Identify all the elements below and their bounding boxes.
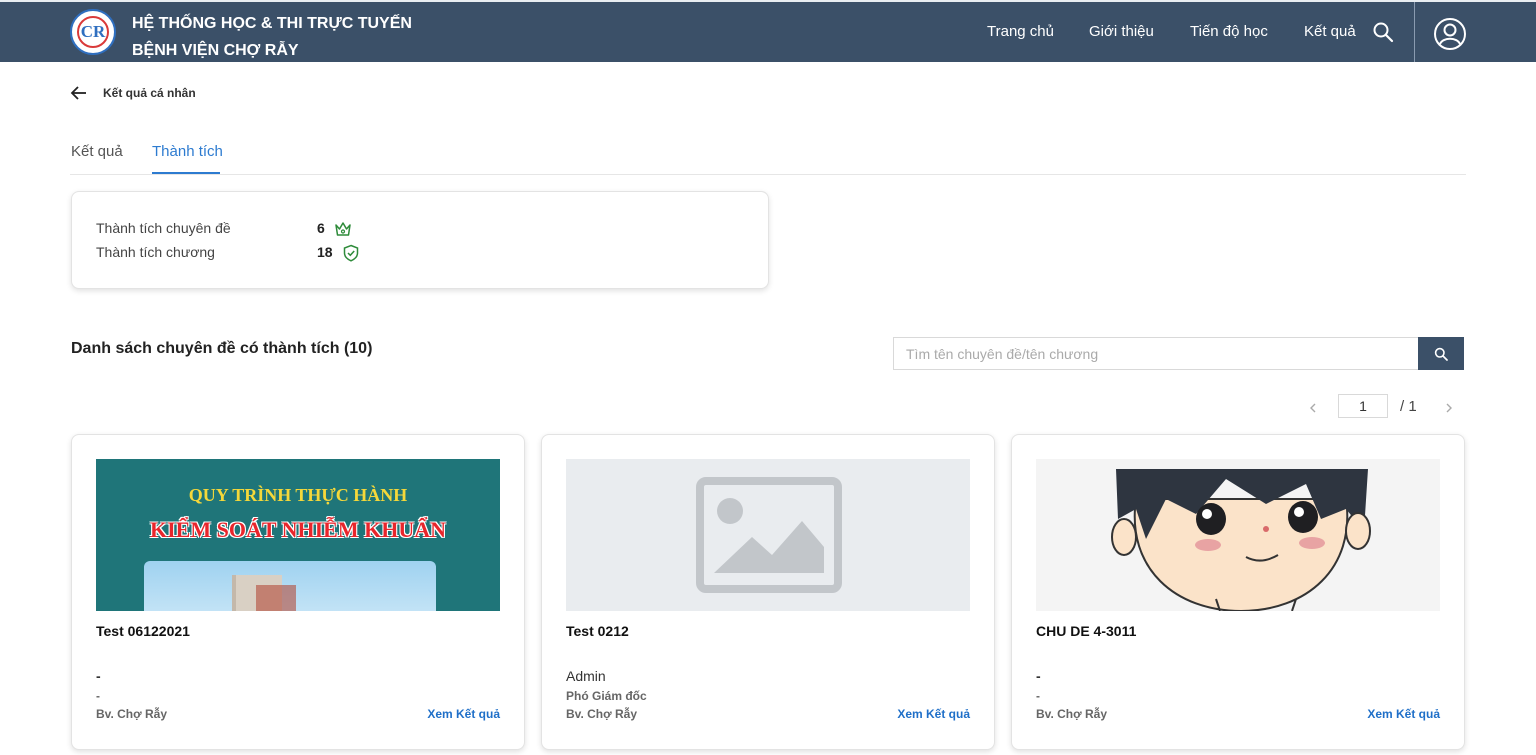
- brand-title[interactable]: HỆ THỐNG HỌC & THI TRỰC TUYẾN BỆNH VIỆN …: [132, 10, 412, 64]
- nav-divider: [1414, 2, 1415, 62]
- chapter-achievement-value: 18: [317, 244, 333, 260]
- hospital-building-facade: [256, 585, 296, 611]
- card-title: CHU DE 4-3011: [1036, 623, 1137, 639]
- nav-results[interactable]: Kết quả: [1304, 2, 1356, 62]
- chapter-achievement-label: Thành tích chương: [96, 244, 215, 260]
- page-total: / 1: [1400, 398, 1417, 415]
- thumbnail-heading: QUY TRÌNH THỰC HÀNH: [188, 485, 408, 505]
- user-circle-icon[interactable]: [1433, 17, 1467, 51]
- card-title: Test 0212: [566, 623, 629, 639]
- card-author: -: [1036, 668, 1041, 684]
- card-title: Test 06122021: [96, 623, 190, 639]
- chevron-left-icon[interactable]: [1305, 399, 1321, 417]
- search-button[interactable]: [1418, 337, 1464, 370]
- card-role: Phó Giám đốc: [566, 689, 647, 703]
- card-organization: Bv. Chợ Rẫy: [566, 707, 637, 721]
- card-role: -: [96, 689, 100, 703]
- card-organization: Bv. Chợ Rẫy: [1036, 707, 1107, 721]
- achievement-list-title: Danh sách chuyên đề có thành tích (10): [71, 340, 373, 357]
- brand-line-1: HỆ THỐNG HỌC & THI TRỰC TUYẾN: [132, 15, 412, 32]
- topic-card[interactable]: Test 0212 Admin Phó Giám đốc Bv. Chợ Rẫy…: [541, 434, 995, 750]
- crown-icon: [335, 222, 351, 236]
- breadcrumb-title: Kết quả cá nhân: [103, 86, 196, 100]
- hospital-logo[interactable]: CR: [70, 9, 116, 55]
- card-organization: Bv. Chợ Rẫy: [96, 707, 167, 721]
- search-input[interactable]: [893, 337, 1419, 370]
- tab-results[interactable]: Kết quả: [71, 143, 123, 160]
- nav-about[interactable]: Giới thiệu: [1089, 2, 1154, 62]
- topic-achievement-label: Thành tích chuyên đề: [96, 220, 231, 236]
- cartoon-face-image: [1111, 469, 1371, 611]
- achievement-summary-card: Thành tích chuyên đề 6 Thành tích chương…: [71, 191, 769, 289]
- topic-thumbnail: QUY TRÌNH THỰC HÀNH KIỂM SOÁT NHIỄM KHUẨ…: [96, 459, 500, 611]
- image-placeholder-icon: [696, 477, 842, 593]
- tab-achievements[interactable]: Thành tích: [152, 143, 223, 160]
- topic-card[interactable]: CHU DE 4-3011 - - Bv. Chợ Rẫy Xem Kết qu…: [1011, 434, 1465, 750]
- topic-thumbnail: [1036, 459, 1440, 611]
- topic-thumbnail: [566, 459, 970, 611]
- card-role: -: [1036, 689, 1040, 703]
- brand-line-2: BỆNH VIỆN CHỢ RẪY: [132, 42, 299, 59]
- shield-check-icon: [343, 244, 359, 262]
- search-icon: [1434, 347, 1448, 361]
- page-number-input[interactable]: [1338, 394, 1388, 418]
- card-author: -: [96, 668, 101, 684]
- topic-card[interactable]: QUY TRÌNH THỰC HÀNH KIỂM SOÁT NHIỄM KHUẨ…: [71, 434, 525, 750]
- topic-achievement-value: 6: [317, 220, 325, 236]
- search-icon[interactable]: [1372, 21, 1394, 43]
- view-result-link[interactable]: Xem Kết quả: [1367, 707, 1440, 721]
- view-result-link[interactable]: Xem Kết quả: [897, 707, 970, 721]
- chevron-right-icon[interactable]: [1441, 399, 1457, 417]
- thumbnail-subheading: KIỂM SOÁT NHIỄM KHUẨN: [149, 517, 446, 542]
- logo-text: CR: [80, 22, 106, 41]
- nav-progress[interactable]: Tiến độ học: [1190, 2, 1268, 62]
- nav-home[interactable]: Trang chủ: [987, 2, 1054, 62]
- arrow-left-icon[interactable]: [70, 84, 88, 102]
- tabs-divider: [70, 174, 1466, 175]
- card-author: Admin: [566, 668, 606, 684]
- view-result-link[interactable]: Xem Kết quả: [427, 707, 500, 721]
- top-navbar: CR HỆ THỐNG HỌC & THI TRỰC TUYẾN BỆNH VI…: [0, 0, 1536, 62]
